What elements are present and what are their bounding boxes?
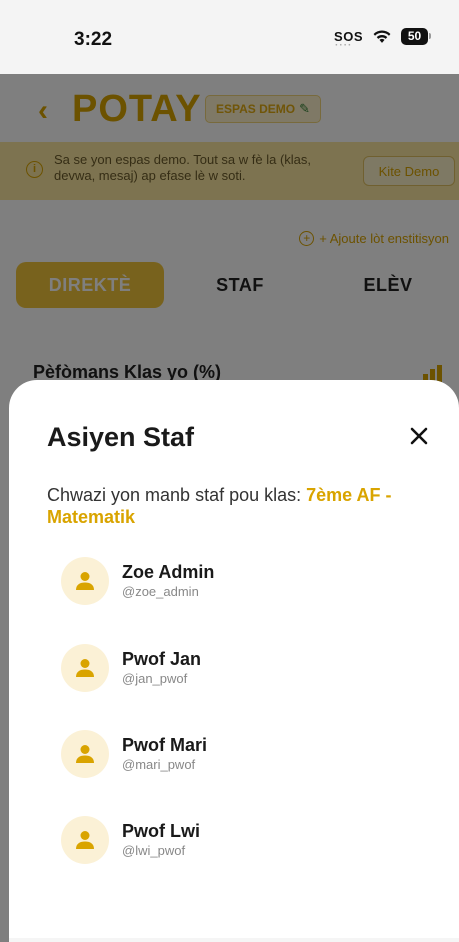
status-time: 3:22 [74,29,113,50]
staff-text: Pwof Lwi @lwi_pwof [122,820,200,860]
status-icons: SOS 50 [334,27,431,51]
avatar [61,557,109,605]
wifi-icon [373,30,391,43]
avatar [61,816,109,864]
close-button[interactable] [407,424,431,448]
person-icon [76,745,94,763]
staff-handle: @lwi_pwof [122,843,186,858]
status-bar: 3:22 SOS 50 [0,0,459,74]
staff-text: Zoe Admin @zoe_admin [122,561,214,601]
staff-name: Pwof Mari [122,735,208,755]
staff-name: Pwof Jan [122,649,202,669]
staff-item-pwof-jan[interactable]: Pwof Jan @jan_pwof [33,625,433,711]
staff-text: Pwof Mari @mari_pwof [122,734,207,774]
sheet-description: Chwazi yon manb staf pou klas: 7ème AF -… [47,484,437,528]
avatar [61,644,109,692]
staff-item-pwof-lwi[interactable]: Pwof Lwi @lwi_pwof [33,797,433,883]
avatar [61,730,109,778]
sheet-bottom-edge [9,938,459,942]
close-icon [410,427,428,445]
staff-handle: @zoe_admin [122,584,199,599]
staff-list: Zoe Admin @zoe_admin Pwof Jan @jan_pwof [9,538,459,918]
description-text: Chwazi yon manb staf pou klas: [47,485,307,505]
battery-level: 50 [401,27,428,45]
staff-name: Zoe Admin [122,562,215,582]
sheet-title: Asiyen Staf [47,422,195,452]
battery-tip [429,33,431,39]
staff-handle: @mari_pwof [122,757,196,772]
staff-text: Pwof Jan @jan_pwof [122,648,201,688]
staff-item-zoe-admin[interactable]: Zoe Admin @zoe_admin [33,538,433,624]
person-icon [76,831,94,849]
staff-item-pwof-mari[interactable]: Pwof Mari @mari_pwof [33,711,433,797]
assign-staff-sheet: Asiyen Staf Chwazi yon manb staf pou kla… [9,380,459,942]
sos-indicator: SOS [334,29,363,51]
person-icon [76,572,94,590]
person-icon [76,659,94,677]
staff-handle: @jan_pwof [122,671,188,686]
battery-indicator: 50 [401,27,431,45]
staff-name: Pwof Lwi [122,821,200,841]
